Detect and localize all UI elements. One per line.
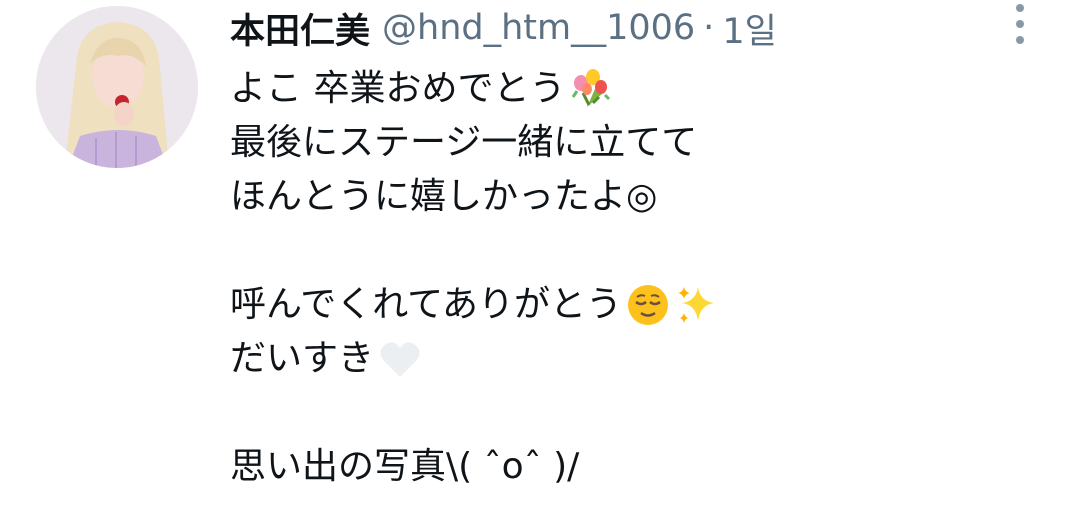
tweet-line-text: 思い出の写真\( ˆoˆ )/ — [230, 446, 580, 487]
more-options-icon[interactable] — [1008, 4, 1032, 44]
tweet-line-text: 呼んでくれてありがとう — [230, 284, 623, 325]
timestamp[interactable]: 1일 — [722, 3, 776, 54]
display-name[interactable]: 本田仁美 — [230, 3, 370, 54]
tweet-text: よこ 卒業おめでとう 最後にステージ一緒に立てて ほんとうに嬉しかったよ◎ 呼ん… — [230, 62, 990, 494]
tweet-line: よこ 卒業おめでとう — [230, 62, 990, 116]
tweet[interactable]: 本田仁美 @hnd_htm__1006 · 1일 よこ 卒業おめでとう 最後にス… — [0, 0, 1080, 528]
tweet-line: 最後にステージ一緒に立てて — [230, 116, 990, 170]
tweet-line: 呼んでくれてありがとう — [230, 278, 990, 332]
tweet-line-text: だいすき — [230, 338, 375, 379]
separator-dot: · — [703, 8, 715, 48]
sparkles-icon — [674, 283, 718, 327]
bouquet-icon — [569, 67, 613, 111]
tweet-line-text: よこ 卒業おめでとう — [230, 68, 566, 109]
tweet-line: だいすき — [230, 332, 990, 386]
tweet-line-text: 最後にステージ一緒に立てて — [230, 122, 698, 163]
white-heart-icon — [378, 337, 422, 381]
tweet-line: ほんとうに嬉しかったよ◎ — [230, 170, 990, 224]
avatar[interactable] — [36, 6, 198, 168]
relieved-face-icon — [626, 283, 670, 327]
tweet-line-text: ほんとうに嬉しかったよ◎ — [230, 176, 658, 217]
avatar-image — [36, 6, 198, 168]
tweet-header: 本田仁美 @hnd_htm__1006 · 1일 — [230, 0, 777, 56]
user-handle[interactable]: @hnd_htm__1006 — [382, 8, 695, 48]
tweet-line: 思い出の写真\( ˆoˆ )/ — [230, 440, 990, 494]
